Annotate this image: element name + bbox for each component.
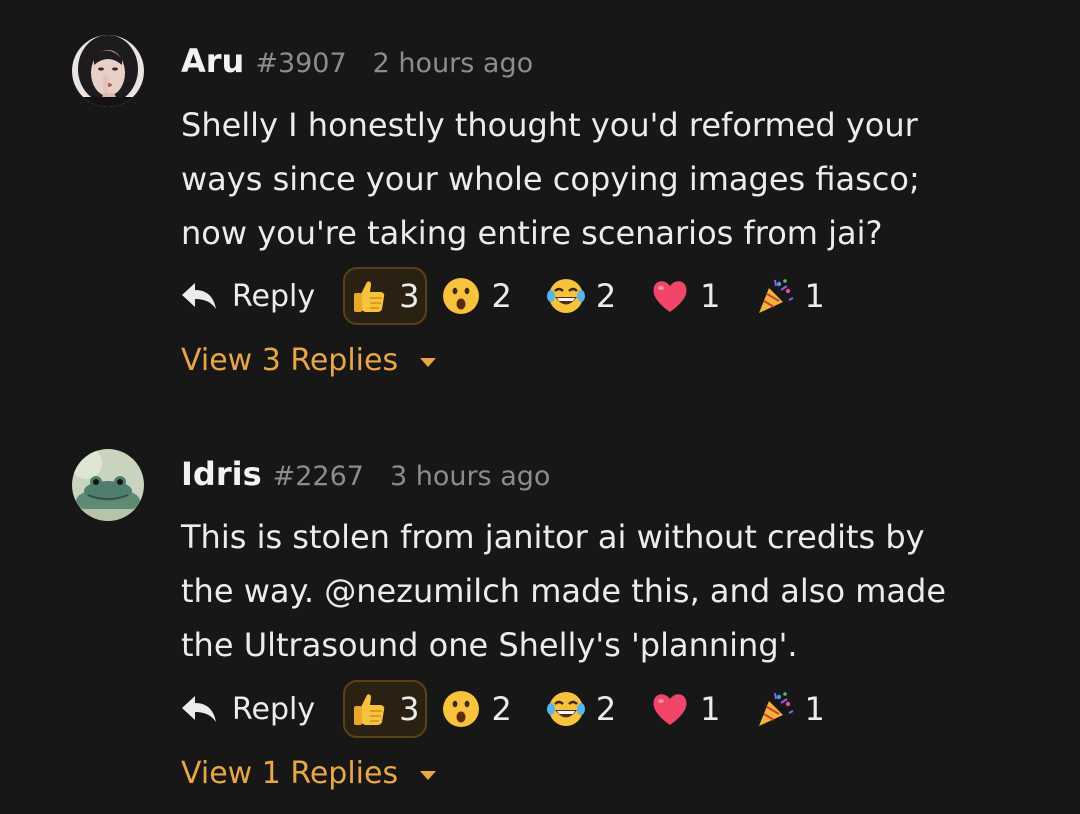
reply-arrow-icon <box>182 283 216 309</box>
thumbs-up-icon <box>354 281 385 312</box>
reaction-heart[interactable]: 1 <box>646 267 724 325</box>
avatar[interactable] <box>72 35 144 107</box>
timestamp: 3 hours ago <box>389 461 551 492</box>
reaction-party[interactable]: 1 <box>751 680 829 738</box>
reaction-surprised[interactable]: 2 <box>437 267 515 325</box>
reaction-thumbs-up[interactable]: 3 <box>343 267 428 325</box>
reaction-surprised[interactable]: 2 <box>437 680 515 738</box>
reaction-count: 2 <box>491 277 512 315</box>
reaction-count: 1 <box>700 277 721 315</box>
comment-text: This is stolen from janitor ai without c… <box>181 518 946 664</box>
reply-label: Reply <box>232 691 316 727</box>
laughing-tears-icon <box>546 279 585 313</box>
comment-header: Idris #2267 3 hours ago <box>181 455 550 495</box>
reaction-thumbs-up[interactable]: 3 <box>343 680 428 738</box>
view-replies-button[interactable]: View 3 Replies <box>181 343 437 378</box>
comment-actions: Reply 3 2 2 1 1 <box>181 266 829 326</box>
reaction-party[interactable]: 1 <box>751 267 829 325</box>
reply-button[interactable]: Reply <box>181 679 315 739</box>
user-id: #3907 <box>255 48 347 79</box>
reaction-laughing[interactable]: 2 <box>542 680 620 738</box>
laughing-tears-icon <box>546 692 585 726</box>
reaction-count: 1 <box>804 690 825 728</box>
reaction-count: 2 <box>595 277 617 315</box>
avatar[interactable] <box>72 449 144 521</box>
comment-actions: Reply 3 2 2 1 1 <box>181 679 829 739</box>
user-id: #2267 <box>272 461 364 492</box>
timestamp: 2 hours ago <box>372 48 534 79</box>
reply-label: Reply <box>232 278 316 314</box>
view-replies-label: View 3 Replies <box>181 343 399 378</box>
view-replies-button[interactable]: View 1 Replies <box>181 756 437 791</box>
caret-down-icon <box>420 771 437 780</box>
heart-icon <box>653 281 687 312</box>
reaction-count: 1 <box>804 277 825 315</box>
reaction-count: 2 <box>491 690 512 728</box>
user-portrait-icon <box>72 35 144 107</box>
username[interactable]: Idris <box>181 455 262 493</box>
reaction-count: 3 <box>399 277 420 315</box>
party-popper-icon <box>758 692 793 726</box>
username[interactable]: Aru <box>181 42 244 80</box>
surprised-face-icon <box>443 691 480 727</box>
caret-down-icon <box>420 358 437 367</box>
comment-text: Shelly I honestly thought you'd reformed… <box>181 106 920 252</box>
reply-arrow-icon <box>182 696 216 722</box>
view-replies-label: View 1 Replies <box>181 756 399 791</box>
reaction-heart[interactable]: 1 <box>646 680 724 738</box>
reaction-count: 3 <box>399 690 420 728</box>
reaction-count: 2 <box>595 690 617 728</box>
heart-icon <box>653 694 687 725</box>
reply-button[interactable]: Reply <box>181 266 315 326</box>
thumbs-up-icon <box>354 694 385 725</box>
surprised-face-icon <box>443 278 480 314</box>
frog-avatar-icon <box>72 449 144 521</box>
party-popper-icon <box>758 279 793 313</box>
reaction-laughing[interactable]: 2 <box>542 267 620 325</box>
reaction-count: 1 <box>700 690 721 728</box>
comment-header: Aru #3907 2 hours ago <box>181 42 533 82</box>
